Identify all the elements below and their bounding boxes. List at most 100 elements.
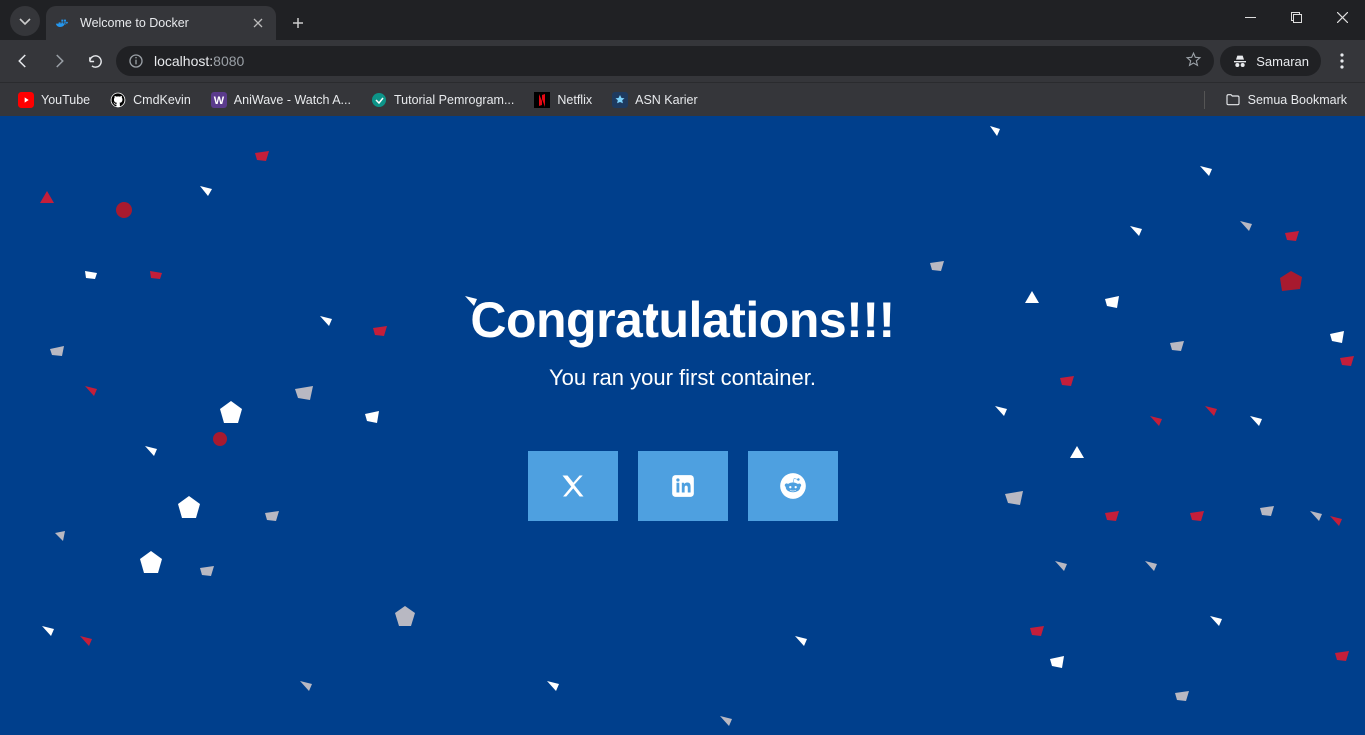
x-icon (559, 472, 587, 500)
aniwave-icon: W (211, 92, 227, 108)
page-headline: Congratulations!!! (470, 291, 894, 349)
confetti-piece (1105, 511, 1119, 521)
confetti-piece (1145, 561, 1157, 571)
teal-dot-icon (371, 92, 387, 108)
confetti-piece (265, 511, 279, 521)
profile-label: Samaran (1256, 54, 1309, 69)
nav-forward-button[interactable] (44, 46, 74, 76)
confetti-piece (200, 566, 214, 576)
confetti-piece (1310, 511, 1322, 521)
incognito-icon (1232, 53, 1248, 69)
confetti-piece (1205, 406, 1217, 416)
reddit-icon (779, 472, 807, 500)
browser-toolbar: localhost:8080 Samaran (0, 40, 1365, 82)
youtube-icon (18, 92, 34, 108)
url-text: localhost:8080 (154, 53, 244, 69)
address-bar[interactable]: localhost:8080 (116, 46, 1214, 76)
confetti-piece (1330, 516, 1342, 526)
window-close-button[interactable] (1319, 0, 1365, 34)
confetti-piece (220, 401, 242, 423)
confetti-piece (1105, 296, 1119, 308)
confetti-piece (930, 261, 944, 271)
confetti-piece (1280, 271, 1302, 293)
confetti-piece (720, 716, 732, 726)
share-row (528, 451, 838, 521)
confetti-piece (1055, 561, 1067, 571)
confetti-piece (1050, 656, 1064, 668)
bookmark-asnkarier[interactable]: ASN Karier (604, 88, 706, 112)
bookmarks-bar: YouTube CmdKevin W AniWave - Watch A... … (0, 82, 1365, 116)
confetti-piece (85, 386, 97, 396)
bookmark-star-icon[interactable] (1185, 51, 1202, 71)
confetti-piece (150, 271, 162, 279)
confetti-piece (1330, 331, 1344, 343)
confetti-piece (365, 411, 379, 423)
bookmark-cmdkevin[interactable]: CmdKevin (102, 88, 199, 112)
confetti-piece (178, 496, 200, 518)
docker-icon (56, 15, 72, 31)
confetti-piece (1210, 616, 1222, 626)
confetti-piece (145, 446, 157, 456)
asn-icon (612, 92, 628, 108)
confetti-piece (115, 201, 133, 219)
confetti-piece (373, 326, 387, 336)
confetti-piece (1335, 651, 1349, 661)
confetti-piece (300, 681, 312, 691)
confetti-piece (1250, 416, 1262, 426)
svg-text:W: W (214, 95, 225, 107)
nav-back-button[interactable] (8, 46, 38, 76)
confetti-piece (1005, 491, 1023, 505)
netflix-icon (534, 92, 550, 108)
confetti-piece (1150, 416, 1162, 426)
confetti-piece (1070, 446, 1084, 458)
tab-search-button[interactable] (10, 6, 40, 36)
confetti-piece (295, 386, 313, 400)
confetti-piece (140, 551, 162, 573)
confetti-piece (1240, 221, 1252, 231)
bookmark-aniwave[interactable]: W AniWave - Watch A... (203, 88, 359, 112)
confetti-piece (212, 431, 228, 447)
confetti-piece (795, 636, 807, 646)
confetti-piece (40, 191, 54, 203)
new-tab-button[interactable] (284, 9, 312, 37)
confetti-piece (1200, 166, 1212, 176)
share-reddit-button[interactable] (748, 451, 838, 521)
page-content: Congratulations!!! You ran your first co… (0, 116, 1365, 735)
github-icon (110, 92, 126, 108)
confetti-piece (1025, 291, 1039, 303)
bookmark-youtube[interactable]: YouTube (10, 88, 98, 112)
confetti-piece (80, 636, 92, 646)
confetti-piece (547, 681, 559, 691)
share-twitter-button[interactable] (528, 451, 618, 521)
folder-icon (1225, 92, 1241, 108)
bookmark-tutorial[interactable]: Tutorial Pemrogram... (363, 88, 522, 112)
nav-reload-button[interactable] (80, 46, 110, 76)
browser-menu-button[interactable] (1327, 46, 1357, 76)
tab-close-button[interactable] (250, 15, 266, 31)
tab-title: Welcome to Docker (80, 16, 242, 30)
tab-strip: Welcome to Docker (0, 0, 1365, 40)
confetti-piece (255, 151, 269, 161)
bookmark-netflix[interactable]: Netflix (526, 88, 600, 112)
confetti-piece (55, 531, 65, 541)
confetti-piece (1130, 226, 1142, 236)
share-linkedin-button[interactable] (638, 451, 728, 521)
confetti-piece (395, 606, 415, 626)
confetti-piece (42, 626, 54, 636)
tab-active[interactable]: Welcome to Docker (46, 6, 276, 40)
confetti-piece (200, 186, 212, 196)
window-minimize-button[interactable] (1227, 0, 1273, 34)
confetti-piece (85, 271, 97, 279)
profile-button[interactable]: Samaran (1220, 46, 1321, 76)
bookmarks-divider (1204, 91, 1205, 109)
site-info-icon[interactable] (128, 53, 144, 69)
confetti-piece (1060, 376, 1074, 386)
linkedin-icon (670, 473, 696, 499)
all-bookmarks-button[interactable]: Semua Bookmark (1217, 88, 1355, 112)
confetti-piece (1340, 356, 1354, 366)
confetti-piece (1170, 341, 1184, 351)
confetti-piece (1175, 691, 1189, 701)
window-maximize-button[interactable] (1273, 0, 1319, 34)
confetti-piece (50, 346, 64, 356)
confetti-piece (1190, 511, 1204, 521)
